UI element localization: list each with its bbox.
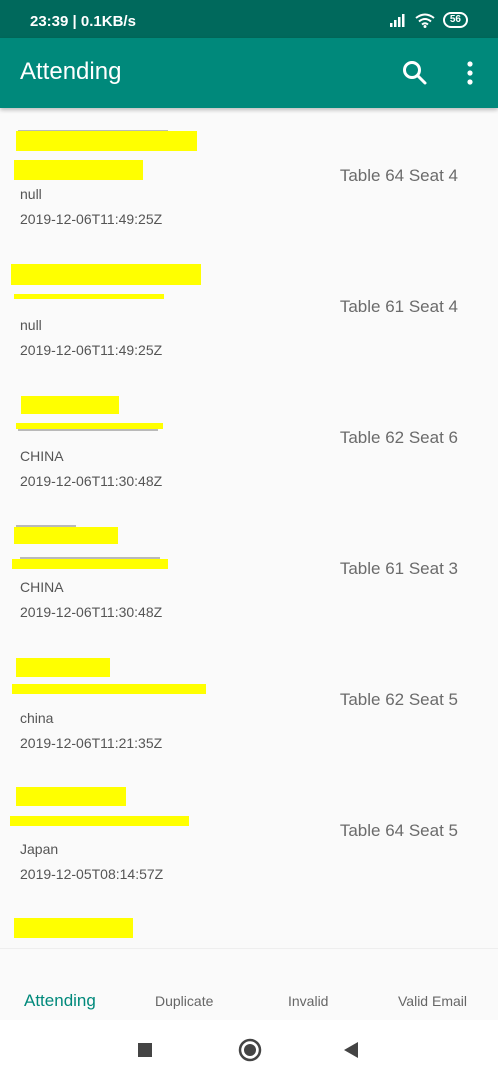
list-item[interactable]: null 2019-12-06T11:49:25Z Table 64 Seat … xyxy=(0,128,498,259)
attendee-seat: Table 61 Seat 4 xyxy=(339,297,458,316)
search-icon[interactable] xyxy=(400,58,430,88)
redaction xyxy=(14,527,118,544)
attendee-timestamp: 2019-12-06T11:30:48Z xyxy=(20,604,163,620)
redaction xyxy=(16,131,197,151)
tab-valid-email[interactable]: Valid Email xyxy=(398,993,467,1009)
redaction xyxy=(14,160,143,180)
redacted-text xyxy=(18,429,158,431)
tab-invalid[interactable]: Invalid xyxy=(288,993,328,1009)
system-nav-bar xyxy=(0,1020,498,1080)
redaction xyxy=(14,294,164,299)
tab-duplicate[interactable]: Duplicate xyxy=(155,993,213,1009)
redaction xyxy=(16,787,126,806)
list-item[interactable]: china 2019-12-06T11:21:35Z Table 62 Seat… xyxy=(0,652,498,783)
battery-icon: 56 xyxy=(442,12,468,28)
attendee-timestamp: 2019-12-06T11:49:25Z xyxy=(20,342,163,358)
bottom-tab-bar: Attending Duplicate Invalid Valid Email xyxy=(0,948,498,1020)
attendee-seat: Table 64 Seat 4 xyxy=(339,166,458,185)
attendee-timestamp: 2019-12-06T11:30:48Z xyxy=(20,473,163,489)
attendee-list[interactable]: null 2019-12-06T11:49:25Z Table 64 Seat … xyxy=(0,110,498,948)
list-item[interactable]: CHINA 2019-12-06T11:30:48Z Table 62 Seat… xyxy=(0,390,498,521)
recents-square-icon[interactable] xyxy=(137,1042,153,1058)
page-title: Attending xyxy=(20,58,122,85)
wifi-icon xyxy=(415,13,435,28)
redaction xyxy=(16,658,110,677)
list-item[interactable]: null 2019-12-06T11:49:25Z Table 61 Seat … xyxy=(0,259,498,390)
attendee-country: Japan xyxy=(20,841,59,857)
status-time: 23:39 | 0.1KB/s xyxy=(30,13,136,30)
attendee-country: null xyxy=(20,317,42,333)
redaction xyxy=(11,264,201,285)
list-item[interactable]: Japan 2019-12-05T08:14:57Z Table 64 Seat… xyxy=(0,783,498,914)
signal-icon xyxy=(389,14,405,27)
attendee-seat: Table 62 Seat 5 xyxy=(339,690,458,709)
tab-attending[interactable]: Attending xyxy=(24,991,96,1011)
redaction xyxy=(12,559,168,569)
attendee-seat: Table 61 Seat 3 xyxy=(339,559,458,578)
attendee-country: CHINA xyxy=(20,579,64,595)
app-bar: Attending xyxy=(0,38,498,108)
more-vert-icon[interactable] xyxy=(458,58,482,88)
redaction xyxy=(14,918,133,938)
attendee-seat: Table 62 Seat 6 xyxy=(339,428,458,447)
redaction xyxy=(16,423,163,429)
redaction xyxy=(12,684,206,694)
status-bar: 23:39 | 0.1KB/s 56 xyxy=(0,0,498,38)
list-item[interactable]: CHINA 2019-12-06T11:30:48Z Table 61 Seat… xyxy=(0,521,498,652)
attendee-timestamp: 2019-12-06T11:49:25Z xyxy=(20,211,163,227)
attendee-seat: Table 64 Seat 5 xyxy=(339,821,458,840)
attendee-country: china xyxy=(20,710,54,726)
attendee-country: CHINA xyxy=(20,448,64,464)
redaction xyxy=(10,816,189,826)
redaction xyxy=(21,396,119,414)
attendee-timestamp: 2019-12-06T11:21:35Z xyxy=(20,735,163,751)
attendee-timestamp: 2019-12-05T08:14:57Z xyxy=(20,866,164,882)
back-triangle-icon[interactable] xyxy=(343,1041,359,1059)
status-icons: 56 xyxy=(389,12,468,28)
attendee-country: null xyxy=(20,186,42,202)
home-circle-icon[interactable] xyxy=(238,1038,262,1062)
list-item[interactable] xyxy=(0,914,498,948)
